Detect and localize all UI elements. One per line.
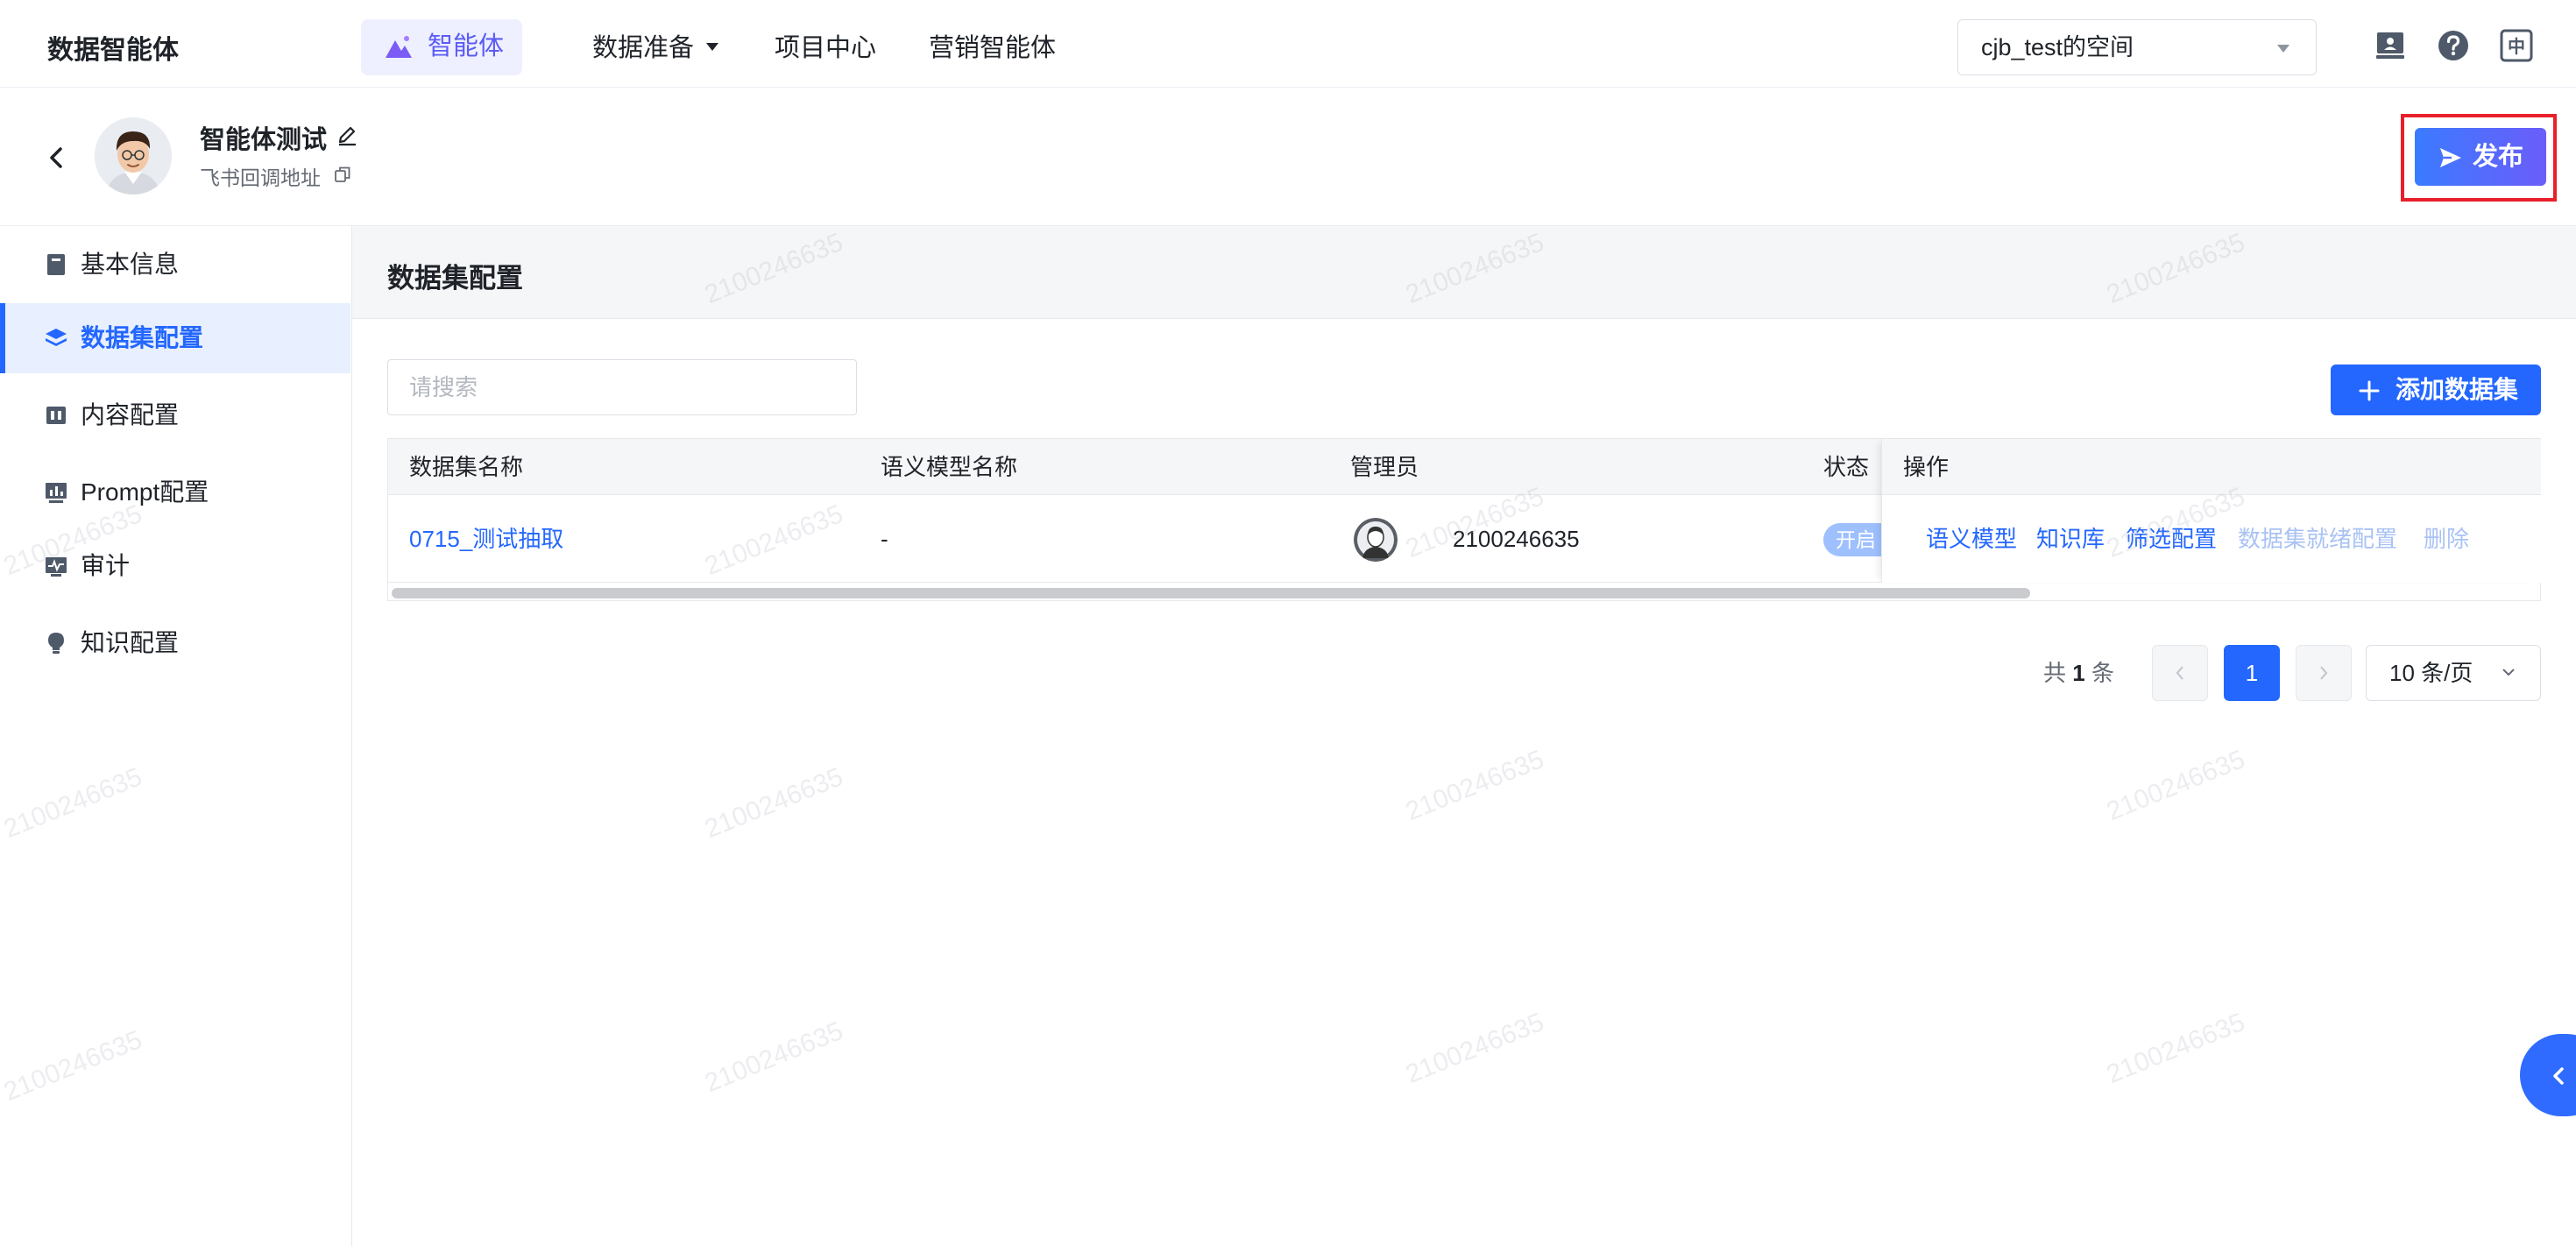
dataset-name-link[interactable]: 0715_测试抽取 (409, 495, 563, 583)
nav-data-prep-label: 数据准备 (592, 34, 695, 62)
column-header-actions: 操作 (1903, 454, 1950, 480)
nav-project-center[interactable]: 项目中心 (775, 21, 876, 75)
back-arrow-icon[interactable] (44, 142, 68, 173)
action-filter-config[interactable]: 筛选配置 (2126, 495, 2217, 583)
pagination-total-prefix: 共 (2043, 660, 2067, 686)
sidebar-item-audit[interactable]: 审计 (0, 531, 350, 601)
chevron-down-icon (2502, 669, 2515, 676)
status-badge: 开启 (1823, 523, 1888, 556)
sidebar-item-basic-info[interactable]: 基本信息 (0, 230, 350, 300)
caret-down-icon (706, 42, 719, 51)
pagination-total-suffix: 条 (2091, 660, 2114, 686)
sidebar-item-dataset-config[interactable]: 数据集配置 (0, 303, 350, 373)
chevron-left-icon (2176, 666, 2183, 680)
nav-data-prep[interactable]: 数据准备 (592, 21, 719, 75)
column-header-admin: 管理员 (1350, 454, 1419, 480)
nav-agent-label: 智能体 (428, 32, 505, 60)
actions-column: 操作 语义模型 知识库 筛选配置 数据集就绪配置 删除 (1881, 439, 2541, 583)
admin-avatar (1354, 518, 1398, 562)
chevron-left-icon (2553, 1067, 2564, 1085)
workspace-select[interactable]: cjb_test的空间 (1957, 19, 2317, 75)
language-icon[interactable]: 中 (2499, 28, 2534, 63)
sidebar-item-label: 内容配置 (81, 401, 180, 428)
publish-button[interactable]: 发布 (2415, 128, 2546, 186)
page-size-value: 10 条/页 (2389, 660, 2473, 686)
sidebar-item-prompt-config[interactable]: Prompt配置 (0, 457, 350, 527)
agent-mountain-icon (386, 36, 412, 58)
main-content: 数据集配置 添加数据集 数据集名称 语义模型名称 管理员 状态 0715_测试抽… (352, 226, 2576, 1246)
brand-title: 数据智能体 (47, 36, 179, 65)
column-header-status: 状态 (1823, 454, 1870, 480)
help-icon[interactable] (2436, 28, 2471, 63)
horizontal-scrollbar[interactable] (392, 588, 2030, 598)
semantic-model-value: - (881, 526, 888, 552)
dataset-table: 数据集名称 语义模型名称 管理员 状态 0715_测试抽取 - 21002466… (387, 438, 2541, 601)
section-title: 数据集配置 (387, 263, 523, 294)
column-header-semantic-model: 语义模型名称 (881, 454, 1018, 480)
column-header-dataset-name: 数据集名称 (409, 454, 524, 480)
page-size-select[interactable]: 10 条/页 (2366, 645, 2541, 701)
chevron-down-icon (2277, 45, 2289, 53)
pagination-next-button[interactable] (2296, 645, 2352, 701)
pagination-total: 共 1 条 (2043, 645, 2114, 701)
action-semantic-model[interactable]: 语义模型 (1926, 495, 2017, 583)
copy-icon[interactable] (333, 165, 352, 184)
callback-url-label: 飞书回调地址 (200, 166, 321, 189)
sidebar-item-content-config[interactable]: 内容配置 (0, 380, 350, 450)
layers-icon (46, 329, 67, 346)
document-icon (47, 254, 65, 275)
action-knowledge-base[interactable]: 知识库 (2036, 495, 2105, 583)
edit-icon[interactable] (335, 123, 359, 147)
chart-icon (46, 483, 67, 503)
chevron-right-icon (2320, 666, 2328, 680)
audit-icon (46, 557, 67, 577)
send-icon (2440, 148, 2461, 167)
add-dataset-button[interactable]: 添加数据集 (2331, 365, 2541, 415)
content-icon (46, 407, 66, 424)
action-delete[interactable]: 删除 (2424, 495, 2469, 583)
agent-avatar (95, 117, 172, 195)
sidebar-item-label: 基本信息 (81, 251, 180, 278)
language-glyph: 中 (2508, 36, 2525, 57)
add-dataset-label: 添加数据集 (2396, 376, 2519, 403)
bulb-icon (48, 633, 64, 654)
pagination-total-count: 1 (2072, 660, 2085, 686)
sidebar-item-label: 数据集配置 (81, 324, 204, 351)
agent-header: 智能体测试 飞书回调地址 发布 (0, 88, 2576, 226)
sidebar-item-knowledge-config[interactable]: 知识配置 (0, 608, 350, 678)
nav-agent[interactable]: 智能体 (361, 19, 522, 75)
sidebar-item-label: 审计 (81, 552, 131, 579)
plus-icon (2359, 380, 2380, 401)
config-sidebar: 基本信息 数据集配置 内容配置 Prompt配置 审计 知识配置 (0, 226, 352, 1246)
section-header: 数据集配置 (352, 226, 2576, 319)
admin-name: 2100246635 (1453, 526, 1580, 552)
pagination-page-current[interactable]: 1 (2224, 645, 2280, 701)
publish-label: 发布 (2473, 143, 2524, 171)
search-input[interactable] (387, 359, 857, 415)
sidebar-item-label: Prompt配置 (81, 478, 209, 506)
nav-marketing-agent[interactable]: 营销智能体 (929, 21, 1056, 75)
top-navigation: 数据智能体 智能体 数据准备 项目中心 营销智能体 cjb_test的空间 中 (0, 0, 2576, 88)
monitor-icon[interactable] (2373, 28, 2408, 63)
action-dataset-ready-config[interactable]: 数据集就绪配置 (2238, 495, 2397, 583)
sidebar-item-label: 知识配置 (81, 629, 180, 656)
pagination-prev-button[interactable] (2152, 645, 2208, 701)
agent-name: 智能体测试 (200, 126, 328, 154)
workspace-value: cjb_test的空间 (1981, 34, 2134, 60)
